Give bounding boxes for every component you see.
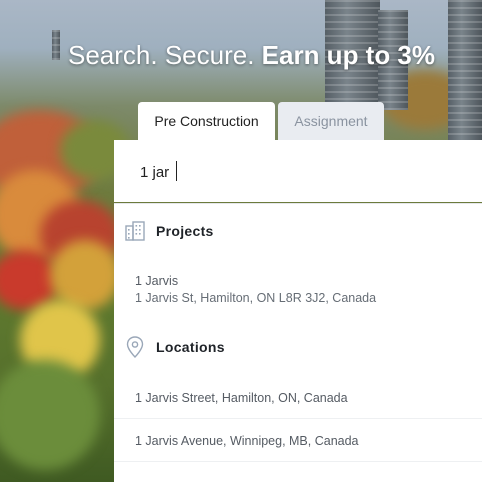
building <box>448 0 482 140</box>
foliage <box>0 360 100 470</box>
headline-bold-text: Earn up to 3% <box>261 40 436 70</box>
project-address: 1 Jarvis St, Hamilton, ON L8R 3J2, Canad… <box>135 291 377 305</box>
text-caret <box>176 161 177 181</box>
location-result-item[interactable]: 1 Jarvis Avenue, Winnipeg, MB, Canada <box>135 434 482 448</box>
location-label: 1 Jarvis Street, Hamilton, ON, Canada <box>135 391 348 405</box>
tab-pre-construction[interactable]: Pre Construction <box>138 102 275 140</box>
building <box>52 30 60 60</box>
search-input[interactable] <box>140 160 460 184</box>
building-icon <box>125 221 145 241</box>
map-pin-icon <box>126 336 144 358</box>
autocomplete-dropdown: Projects 1 Jarvis 1 Jarvis St, Hamilton,… <box>114 203 482 483</box>
projects-section-header: Projects <box>124 220 214 242</box>
project-name: 1 Jarvis <box>135 274 179 288</box>
projects-heading: Projects <box>156 223 214 239</box>
divider <box>114 418 482 419</box>
search-panel <box>114 140 482 202</box>
hero-headline: Search. Secure. Earn up to 3% <box>68 40 435 71</box>
locations-heading: Locations <box>156 339 225 355</box>
search-tabs: Pre Construction Assignment <box>138 102 384 140</box>
headline-light-text: Search. Secure. <box>68 40 262 70</box>
tab-assignment[interactable]: Assignment <box>278 102 384 140</box>
locations-section-header: Locations <box>124 335 225 359</box>
location-label: 1 Jarvis Avenue, Winnipeg, MB, Canada <box>135 434 359 448</box>
location-result-item[interactable]: 1 Jarvis Street, Hamilton, ON, Canada <box>135 391 482 405</box>
project-result-item[interactable]: 1 Jarvis 1 Jarvis St, Hamilton, ON L8R 3… <box>135 274 482 305</box>
divider <box>114 461 482 462</box>
